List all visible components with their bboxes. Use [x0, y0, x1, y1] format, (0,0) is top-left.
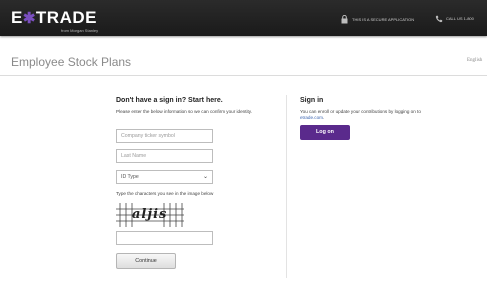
star-icon: ✱ — [22, 10, 36, 27]
captcha-text: aljis — [132, 207, 168, 222]
id-type-select[interactable]: ID Type ⌄ — [116, 170, 213, 184]
captcha-image: aljis — [116, 203, 184, 227]
etrade-link[interactable]: etrade.com — [300, 115, 323, 120]
id-type-value: ID Type — [121, 174, 139, 180]
page: E✱TRADE from Morgan Stanley THIS IS A SE… — [0, 0, 487, 287]
company-ticker-input[interactable]: Company ticker symbol — [116, 129, 213, 143]
call-text: CALL US 1-800 — [446, 16, 474, 21]
secure-notice: THIS IS A SECURE APPLICATION — [341, 15, 414, 24]
page-title: Employee Stock Plans — [11, 55, 132, 69]
signin-heading: Sign in — [300, 97, 324, 104]
phone-icon — [435, 15, 443, 23]
signin-text-after: . — [322, 115, 325, 120]
secure-text: THIS IS A SECURE APPLICATION — [352, 16, 415, 22]
last-name-input[interactable]: Last Name — [116, 149, 213, 163]
continue-button[interactable]: Continue — [116, 253, 176, 269]
captcha-label: Type the characters you see in the image… — [116, 191, 214, 196]
header-bar: E✱TRADE from Morgan Stanley THIS IS A SE… — [0, 0, 487, 36]
captcha-input[interactable] — [116, 231, 213, 245]
etrade-logo[interactable]: E✱TRADE — [11, 9, 97, 27]
logo-subtitle: from Morgan Stanley — [61, 28, 99, 33]
divider — [0, 75, 487, 76]
column-divider — [286, 95, 287, 278]
language-link[interactable]: English — [467, 58, 482, 63]
chevron-down-icon: ⌄ — [202, 174, 208, 180]
start-intro: Please enter the below information so we… — [116, 109, 253, 114]
call-us[interactable]: CALL US 1-800 — [435, 15, 474, 23]
start-heading: Don't have a sign in? Start here. — [116, 97, 223, 104]
lock-icon — [341, 15, 348, 24]
signin-text: You can enroll or update your contributi… — [300, 109, 440, 121]
log-on-button[interactable]: Log on — [300, 125, 350, 140]
signin-text-before: You can enroll or update your contributi… — [300, 109, 421, 114]
